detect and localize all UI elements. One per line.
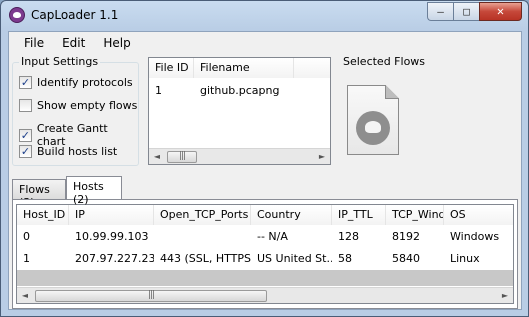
build-hosts-list-option[interactable]: ✓ Build hosts list xyxy=(19,145,117,158)
filename-cell: github.pcapng xyxy=(200,84,280,97)
open-ports-cell: 443 (SSL, HTTPS) xyxy=(160,252,251,265)
menu-file[interactable]: File xyxy=(15,32,53,54)
app-window: CapLoader 1.1 – □ ✕ File Edit Help Input… xyxy=(0,0,529,317)
os-cell: Windows xyxy=(450,230,500,243)
ip-cell: 207.97.227.239 xyxy=(75,252,154,265)
host-row[interactable]: 1 207.97.227.239 443 (SSL, HTTPS) US Uni… xyxy=(17,248,513,270)
caploader-logo-icon xyxy=(9,7,25,23)
tab-hosts[interactable]: Hosts (2) xyxy=(66,176,122,206)
hosts-list-header: Host_ID IP Open_TCP_Ports Country IP_TTL… xyxy=(17,205,513,225)
column-filler xyxy=(294,58,330,78)
menu-edit[interactable]: Edit xyxy=(53,32,94,54)
file-list[interactable]: File ID Filename 1 github.pcapng ◄ ||| ► xyxy=(148,57,331,165)
identify-protocols-checkbox[interactable]: ✓ xyxy=(19,76,32,89)
column-country[interactable]: Country xyxy=(251,205,332,225)
os-cell: Linux xyxy=(450,252,480,265)
tcp-window-cell: 5840 xyxy=(392,252,420,265)
host-id-cell: 0 xyxy=(23,230,30,243)
scroll-right-arrow[interactable]: ► xyxy=(497,288,513,304)
input-settings-label: Input Settings xyxy=(19,55,101,68)
column-os[interactable]: OS xyxy=(444,205,513,225)
hosts-tab-panel: Host_ID IP Open_TCP_Ports Country IP_TTL… xyxy=(12,199,518,309)
show-empty-flows-option[interactable]: Show empty flows xyxy=(19,99,137,112)
open-ports-cell xyxy=(154,226,251,248)
caploader-watermark-icon xyxy=(356,111,390,145)
scroll-left-arrow[interactable]: ◄ xyxy=(149,149,165,165)
scroll-thumb[interactable]: ||| xyxy=(167,151,197,163)
build-hosts-list-checkbox[interactable]: ✓ xyxy=(19,145,32,158)
host-row[interactable]: 0 10.99.99.103 -- N/A 128 8192 Windows xyxy=(17,226,513,248)
file-list-hscrollbar[interactable]: ◄ ||| ► xyxy=(149,148,330,164)
column-ip-ttl[interactable]: IP_TTL xyxy=(332,205,386,225)
selected-flows-label: Selected Flows xyxy=(341,55,428,68)
hosts-list[interactable]: Host_ID IP Open_TCP_Ports Country IP_TTL… xyxy=(16,204,514,304)
identify-protocols-option[interactable]: ✓ Identify protocols xyxy=(19,76,133,89)
title-bar[interactable]: CapLoader 1.1 – □ ✕ xyxy=(1,1,528,31)
tcp-window-cell: 8192 xyxy=(392,230,420,243)
ip-ttl-cell: 128 xyxy=(338,230,359,243)
show-empty-flows-checkbox[interactable] xyxy=(19,99,32,112)
hosts-list-hscrollbar[interactable]: ◄ ||| ► xyxy=(17,287,513,303)
menu-help[interactable]: Help xyxy=(94,32,139,54)
file-row[interactable]: 1 github.pcapng xyxy=(149,80,330,102)
close-button[interactable]: ✕ xyxy=(479,2,522,21)
client-area: File Edit Help Input Settings ✓ Identify… xyxy=(8,31,522,310)
column-host-id[interactable]: Host_ID xyxy=(17,205,69,225)
tab-flows[interactable]: Flows (3) xyxy=(12,179,66,209)
create-gantt-chart-checkbox[interactable]: ✓ xyxy=(19,128,32,142)
file-list-header: File ID Filename xyxy=(149,58,330,78)
build-hosts-list-label: Build hosts list xyxy=(37,145,118,158)
selected-flows-group: Selected Flows xyxy=(338,55,520,166)
country-cell: -- N/A xyxy=(257,230,288,243)
column-file-id[interactable]: File ID xyxy=(149,58,194,78)
pcap-file-icon[interactable] xyxy=(347,85,399,155)
column-open-tcp-ports[interactable]: Open_TCP_Ports xyxy=(154,205,251,225)
country-cell: US United St... xyxy=(257,252,332,265)
host-id-cell: 1 xyxy=(23,252,30,265)
scroll-left-arrow[interactable]: ◄ xyxy=(17,288,33,304)
column-ip[interactable]: IP xyxy=(69,205,154,225)
scroll-thumb[interactable]: ||| xyxy=(35,290,267,302)
input-settings-group: Input Settings ✓ Identify protocols Show… xyxy=(12,55,139,166)
ip-cell: 10.99.99.103 xyxy=(75,230,149,243)
identify-protocols-label: Identify protocols xyxy=(37,76,133,89)
minimize-button[interactable]: – xyxy=(427,2,453,21)
empty-selected-row[interactable] xyxy=(17,270,513,286)
show-empty-flows-label: Show empty flows xyxy=(37,99,138,112)
window-title: CapLoader 1.1 xyxy=(31,8,119,22)
scroll-right-arrow[interactable]: ► xyxy=(314,149,330,165)
maximize-button[interactable]: □ xyxy=(453,2,479,21)
menu-bar: File Edit Help xyxy=(9,32,521,54)
column-filename[interactable]: Filename xyxy=(194,58,294,78)
file-id-cell: 1 xyxy=(155,84,162,97)
column-tcp-window[interactable]: TCP_Wind xyxy=(386,205,444,225)
ip-ttl-cell: 58 xyxy=(338,252,352,265)
